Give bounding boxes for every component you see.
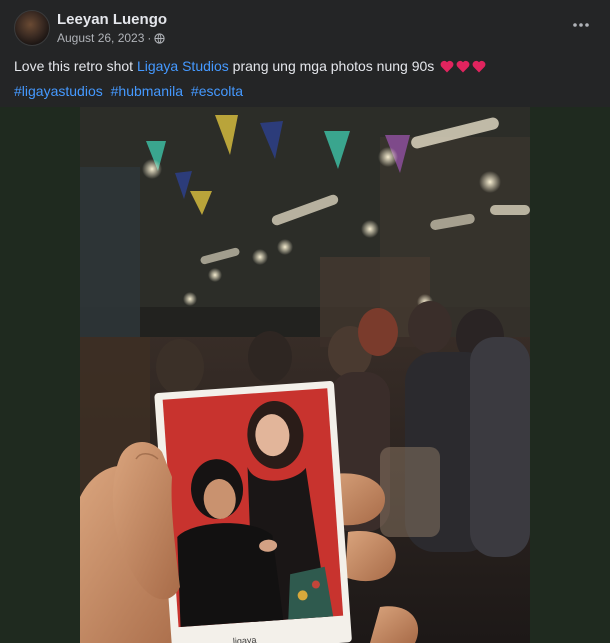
post-header: Leeyan Luengo August 26, 2023 · — [0, 0, 610, 52]
author-avatar[interactable] — [14, 10, 50, 46]
heart-emojis — [438, 58, 486, 74]
globe-icon — [154, 32, 166, 44]
more-options-button[interactable] — [570, 14, 592, 36]
hashtag-list: #ligayastudios #hubmanila #escolta — [14, 82, 247, 100]
facebook-post: Leeyan Luengo August 26, 2023 · Love thi… — [0, 0, 610, 643]
post-meta: August 26, 2023 · — [57, 31, 166, 45]
hashtag-link[interactable]: #ligayastudios — [14, 83, 103, 99]
post-date[interactable]: August 26, 2023 — [57, 31, 144, 45]
red-heart-icon — [440, 60, 454, 73]
red-heart-icon — [472, 60, 486, 73]
author-name[interactable]: Leeyan Luengo — [57, 11, 167, 28]
tagged-page-link[interactable]: Ligaya Studios — [137, 58, 229, 74]
photo-illustration: ligaya — [80, 107, 530, 643]
more-horizontal-icon — [573, 23, 589, 27]
post-media: ligaya — [0, 107, 610, 643]
hashtag-link[interactable]: #hubmanila — [111, 83, 183, 99]
post-photo[interactable]: ligaya — [80, 107, 530, 643]
meta-separator: · — [147, 31, 152, 45]
post-text: Love this retro shot Ligaya Studios pran… — [14, 57, 486, 75]
post-text-end: prang ung mga photos nung 90s — [228, 58, 435, 74]
photo-card-caption: ligaya — [233, 635, 257, 643]
hashtag-link[interactable]: #escolta — [191, 83, 243, 99]
red-heart-icon — [456, 60, 470, 73]
post-text-start: Love this retro shot — [14, 58, 137, 74]
